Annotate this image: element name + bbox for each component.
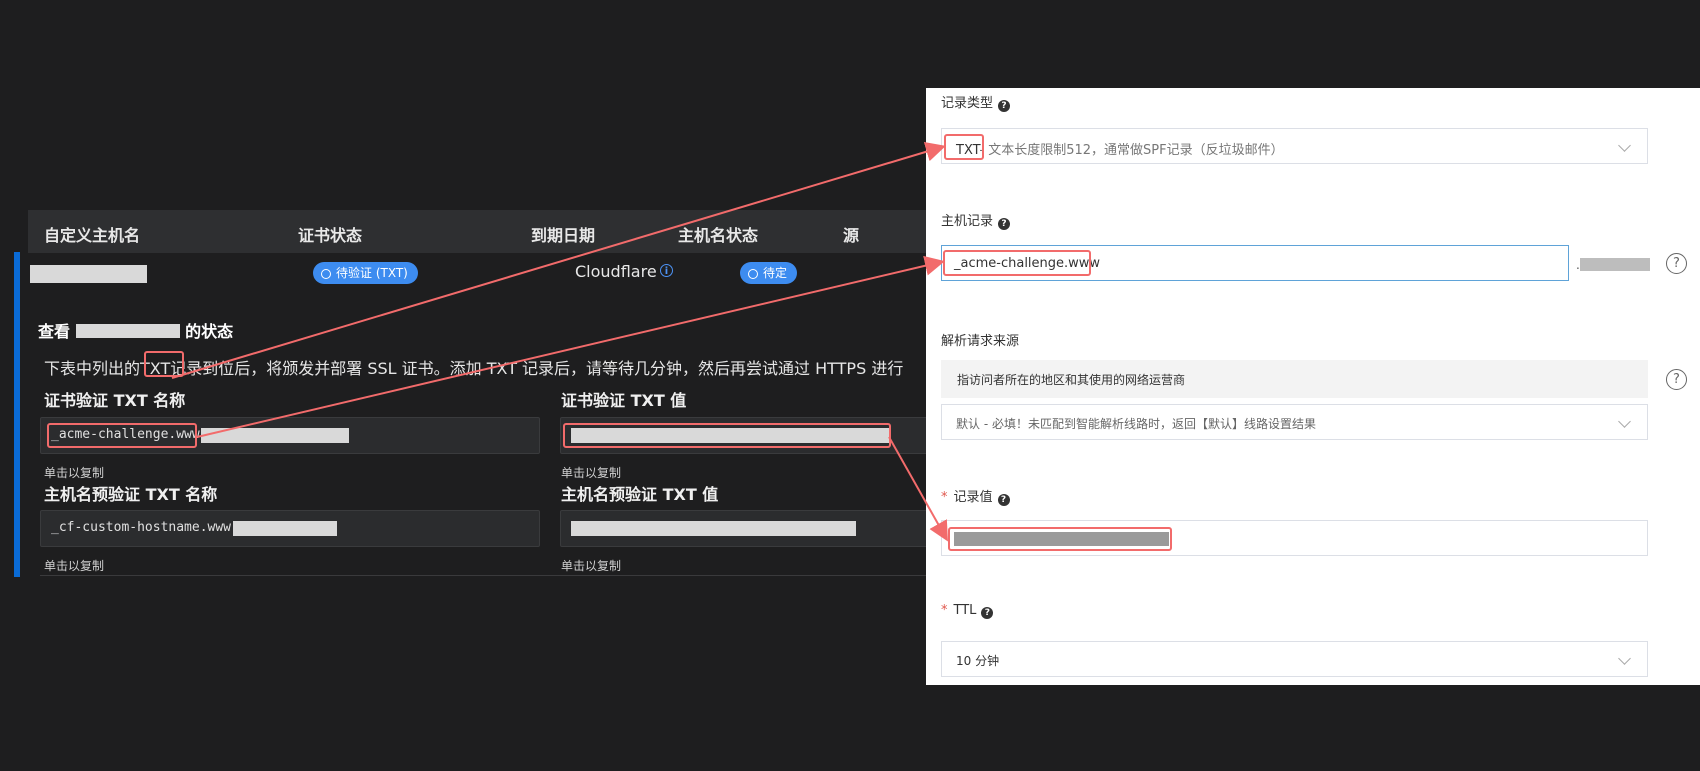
expiry-value: Cloudflare bbox=[575, 262, 657, 281]
resolve-source-note: 指访问者所在的地区和其使用的网络运营商 bbox=[941, 360, 1648, 398]
dns-record-form: 记录类型? TXT- 文本长度限制512，通常做SPF记录（反垃圾邮件） 主机记… bbox=[926, 88, 1700, 685]
info-icon[interactable]: i bbox=[660, 264, 673, 277]
cert-status-badge: 待验证 (TXT) bbox=[313, 262, 418, 284]
copy-hint: 单击以复制 bbox=[561, 466, 622, 480]
clock-icon bbox=[321, 269, 331, 279]
help-icon[interactable]: ? bbox=[981, 607, 994, 619]
chevron-down-icon bbox=[1618, 652, 1631, 665]
record-type-select[interactable]: TXT- 文本长度限制512，通常做SPF记录（反垃圾邮件） bbox=[941, 128, 1648, 164]
resolve-source-select[interactable]: 默认 - 必填！未匹配到智能解析线路时，返回【默认】线路设置结果 bbox=[941, 404, 1648, 440]
redacted-hostname bbox=[30, 265, 147, 283]
header-hostname-status: 主机名状态 bbox=[678, 226, 759, 245]
host-record-label: 主机记录? bbox=[941, 210, 1011, 230]
highlight-record-type bbox=[944, 134, 984, 160]
header-custom-hostname: 自定义主机名 bbox=[44, 226, 141, 245]
copy-hint: 单击以复制 bbox=[44, 466, 105, 480]
clock-icon bbox=[748, 269, 758, 279]
header-expiry: 到期日期 bbox=[531, 226, 596, 245]
hostname-status-badge: 待定 bbox=[740, 262, 798, 284]
divider bbox=[40, 575, 930, 576]
record-value-label: * 记录值? bbox=[941, 486, 1010, 506]
highlight-txt-keyword bbox=[144, 351, 184, 377]
header-cert-status: 证书状态 bbox=[298, 226, 363, 245]
resolve-source-label: 解析请求来源 bbox=[941, 334, 1020, 349]
record-type-value: TXT- 文本长度限制512，通常做SPF记录（反垃圾邮件） bbox=[956, 143, 1284, 158]
help-icon[interactable]: ? bbox=[998, 218, 1011, 230]
host-txt-value-field[interactable] bbox=[560, 510, 930, 547]
cert-txt-name-label: 证书验证 TXT 名称 bbox=[44, 391, 186, 410]
copy-hint: 单击以复制 bbox=[561, 559, 622, 573]
help-icon[interactable]: ? bbox=[997, 494, 1010, 506]
question-circle-icon[interactable]: ? bbox=[1666, 253, 1687, 274]
host-txt-name-label: 主机名预验证 TXT 名称 bbox=[44, 485, 218, 504]
highlight-cert-name bbox=[47, 423, 197, 448]
arrow-txt-to-record-type bbox=[171, 142, 946, 379]
help-icon[interactable]: ? bbox=[998, 100, 1011, 112]
header-origin: 源 bbox=[843, 226, 860, 245]
highlight-record-value bbox=[948, 527, 1172, 551]
ttl-select[interactable]: 10 分钟 bbox=[941, 641, 1648, 677]
host-txt-value-label: 主机名预验证 TXT 值 bbox=[561, 485, 719, 504]
host-txt-name-field[interactable]: _cf-custom-hostname.www. bbox=[40, 510, 540, 547]
cert-txt-value-label: 证书验证 TXT 值 bbox=[561, 391, 687, 410]
copy-hint: 单击以复制 bbox=[44, 559, 105, 573]
details-title: 查看 的状态 bbox=[38, 322, 234, 341]
selected-row-indicator bbox=[14, 252, 20, 577]
highlight-host-record bbox=[943, 250, 1091, 276]
redacted-domain bbox=[1580, 258, 1650, 271]
table-header: 自定义主机名 证书状态 到期日期 主机名状态 源 bbox=[28, 210, 928, 253]
question-circle-icon[interactable]: ? bbox=[1666, 369, 1687, 390]
chevron-down-icon bbox=[1618, 139, 1631, 152]
highlight-cert-value bbox=[563, 423, 891, 448]
ttl-label: * TTL? bbox=[941, 603, 994, 619]
chevron-down-icon bbox=[1618, 415, 1631, 428]
record-type-label: 记录类型? bbox=[941, 92, 1011, 112]
